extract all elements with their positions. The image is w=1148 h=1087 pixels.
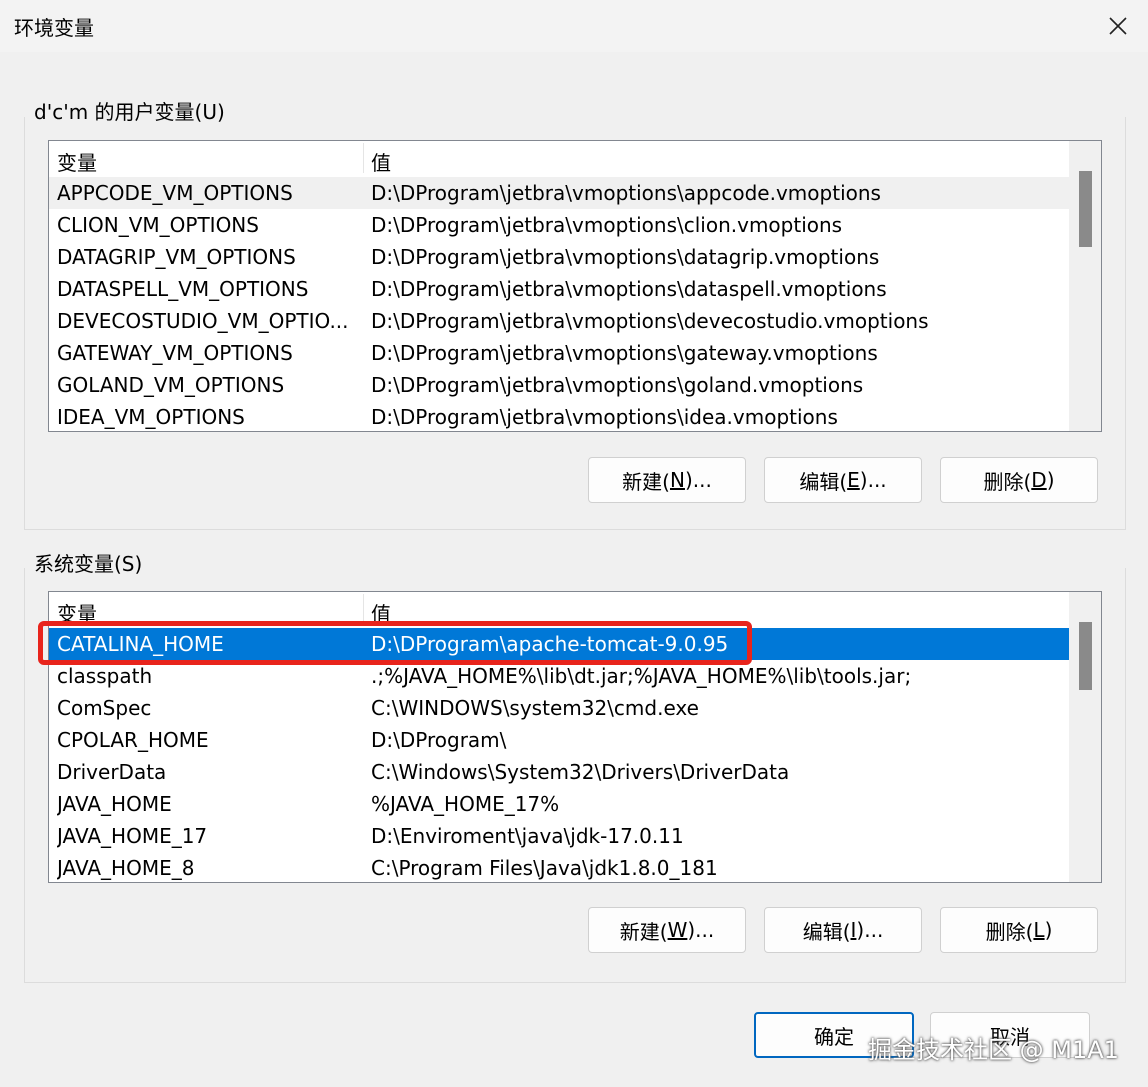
variable-name-cell: JAVA_HOME_8 xyxy=(57,856,195,880)
variable-value-cell: D:\DProgram\jetbra\vmoptions\datagrip.vm… xyxy=(371,245,880,269)
variable-value-cell: %JAVA_HOME_17% xyxy=(371,792,560,816)
variable-name-cell: JAVA_HOME_17 xyxy=(57,824,208,848)
table-row[interactable]: DEVECOSTUDIO_VM_OPTIO... D:\DProgram\jetb… xyxy=(49,305,1069,337)
variable-name-cell: DEVECOSTUDIO_VM_OPTIO... xyxy=(57,309,349,333)
window-title: 环境变量 xyxy=(14,16,94,40)
variable-value-cell: D:\DProgram\jetbra\vmoptions\goland.vmop… xyxy=(371,373,864,397)
system-edit-button[interactable]: 编辑(I)... xyxy=(764,907,922,953)
table-row[interactable]: JAVA_HOME_8 C:\Program Files\Java\jdk1.8.… xyxy=(49,852,1069,882)
table-row[interactable]: CLION_VM_OPTIONS D:\DProgram\jetbra\vmopt… xyxy=(49,209,1069,241)
variable-name-cell: ComSpec xyxy=(57,696,152,720)
table-row[interactable]: GATEWAY_VM_OPTIONS D:\DProgram\jetbra\vmo… xyxy=(49,337,1069,369)
variable-name-cell: JAVA_HOME xyxy=(57,792,172,816)
variable-value-cell: D:\DProgram\jetbra\vmoptions\idea.vmopti… xyxy=(371,405,838,429)
title-bar: 环境变量 xyxy=(0,0,1148,52)
table-row[interactable]: JAVA_HOME %JAVA_HOME_17% xyxy=(49,788,1069,820)
column-header-value[interactable]: 值 xyxy=(371,147,391,176)
scrollbar-thumb[interactable] xyxy=(1079,171,1092,247)
column-divider[interactable] xyxy=(363,143,364,173)
user-delete-button[interactable]: 删除(D) xyxy=(940,457,1098,503)
variable-value-cell: D:\DProgram\jetbra\vmoptions\appcode.vmo… xyxy=(371,181,881,205)
variable-name-cell: CLION_VM_OPTIONS xyxy=(57,213,259,237)
user-variables-rows: APPCODE_VM_OPTIONS D:\DProgram\jetbra\vmo… xyxy=(49,177,1069,431)
user-list-scrollbar[interactable] xyxy=(1069,141,1101,431)
close-button[interactable] xyxy=(1088,0,1148,52)
column-divider[interactable] xyxy=(363,594,364,624)
table-row[interactable]: DATAGRIP_VM_OPTIONS D:\DProgram\jetbra\vm… xyxy=(49,241,1069,273)
table-row[interactable]: DATASPELL_VM_OPTIONS D:\DProgram\jetbra\v… xyxy=(49,273,1069,305)
user-edit-button[interactable]: 编辑(E)... xyxy=(764,457,922,503)
variable-name-cell: APPCODE_VM_OPTIONS xyxy=(57,181,293,205)
table-row[interactable]: DriverData C:\Windows\System32\Drivers\Dr… xyxy=(49,756,1069,788)
system-new-button[interactable]: 新建(W)... xyxy=(588,907,746,953)
column-header-variable[interactable]: 变量 xyxy=(57,147,97,176)
user-new-button[interactable]: 新建(N)... xyxy=(588,457,746,503)
watermark: 掘金技术社区 @ M1A1 xyxy=(868,1036,1119,1064)
list-header: 变量 值 xyxy=(49,141,1069,177)
variable-value-cell: C:\Windows\System32\Drivers\DriverData xyxy=(371,760,790,784)
system-list-scrollbar[interactable] xyxy=(1069,592,1101,882)
table-row[interactable]: JAVA_HOME_17 D:\Enviroment\java\jdk-17.0.… xyxy=(49,820,1069,852)
system-delete-button[interactable]: 删除(L) xyxy=(940,907,1098,953)
variable-name-cell: DriverData xyxy=(57,760,167,784)
variable-value-cell: D:\DProgram\jetbra\vmoptions\dataspell.v… xyxy=(371,277,887,301)
variable-value-cell: .;%JAVA_HOME%\lib\dt.jar;%JAVA_HOME%\lib… xyxy=(371,664,912,688)
variable-value-cell: D:\DProgram\jetbra\vmoptions\gateway.vmo… xyxy=(371,341,878,365)
variable-name-cell: GOLAND_VM_OPTIONS xyxy=(57,373,285,397)
variable-name-cell: GATEWAY_VM_OPTIONS xyxy=(57,341,293,365)
variable-name-cell: DATAGRIP_VM_OPTIONS xyxy=(57,245,296,269)
table-row[interactable]: CPOLAR_HOME D:\DProgram\ xyxy=(49,724,1069,756)
table-row[interactable]: GOLAND_VM_OPTIONS D:\DProgram\jetbra\vmop… xyxy=(49,369,1069,401)
system-variables-label: 系统变量(S) xyxy=(30,548,147,577)
variable-value-cell: C:\WINDOWS\system32\cmd.exe xyxy=(371,696,699,720)
system-variables-rows: CATALINA_HOME D:\DProgram\apache-tomcat-9… xyxy=(49,628,1069,882)
table-row[interactable]: APPCODE_VM_OPTIONS D:\DProgram\jetbra\vmo… xyxy=(49,177,1069,209)
variable-value-cell: D:\DProgram\jetbra\vmoptions\clion.vmopt… xyxy=(371,213,843,237)
user-variables-list[interactable]: 变量 值 APPCODE_VM_OPTIONS D:\DProgram\jetbr… xyxy=(48,140,1102,432)
scrollbar-thumb[interactable] xyxy=(1079,622,1092,690)
variable-name-cell: DATASPELL_VM_OPTIONS xyxy=(57,277,309,301)
user-variables-label: d'c'm 的用户变量(U) xyxy=(30,96,229,125)
annotation-highlight-box xyxy=(38,621,752,665)
table-row[interactable]: IDEA_VM_OPTIONS D:\DProgram\jetbra\vmopti… xyxy=(49,401,1069,431)
table-row[interactable]: ComSpec C:\WINDOWS\system32\cmd.exe xyxy=(49,692,1069,724)
close-icon xyxy=(1109,17,1127,35)
variable-value-cell: C:\Program Files\Java\jdk1.8.0_181 xyxy=(371,856,718,880)
variable-name-cell: IDEA_VM_OPTIONS xyxy=(57,405,245,429)
variable-value-cell: D:\Enviroment\java\jdk-17.0.11 xyxy=(371,824,684,848)
variable-name-cell: classpath xyxy=(57,664,153,688)
variable-value-cell: D:\DProgram\ xyxy=(371,728,507,752)
variable-value-cell: D:\DProgram\jetbra\vmoptions\devecostudi… xyxy=(371,309,929,333)
variable-name-cell: CPOLAR_HOME xyxy=(57,728,209,752)
